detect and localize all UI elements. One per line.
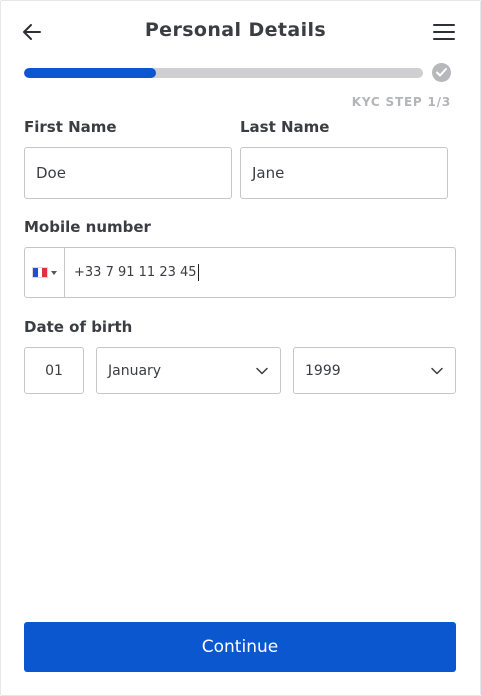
continue-button-label: Continue: [201, 637, 279, 657]
chevron-down-icon: [431, 367, 443, 374]
dob-day-value: 01: [45, 362, 63, 379]
text-cursor: [197, 264, 199, 281]
progress-bar: [24, 68, 423, 78]
page-title: Personal Details: [144, 19, 327, 41]
mobile-number-label: Mobile number: [24, 218, 151, 236]
dob-day-input[interactable]: 01: [24, 347, 84, 394]
dob-year-select[interactable]: 1999: [293, 347, 456, 394]
first-name-input[interactable]: Doe: [24, 147, 232, 199]
dob-year-value: 1999: [305, 362, 341, 379]
caret-down-icon: [51, 270, 57, 275]
kyc-step-label: KYC STEP 1/3: [351, 95, 451, 109]
last-name-value: Jane: [252, 164, 285, 182]
progress-fill: [24, 68, 156, 78]
country-code-select[interactable]: [25, 248, 65, 297]
mobile-number-field: +33 7 91 11 23 45: [24, 247, 456, 298]
dob-month-select[interactable]: January: [96, 347, 281, 394]
mobile-number-value: +33 7 91 11 23 45: [74, 265, 197, 280]
last-name-input[interactable]: Jane: [240, 147, 448, 199]
step-complete-badge: [432, 63, 451, 82]
hamburger-menu-icon: [433, 24, 455, 40]
france-flag-icon: [32, 267, 48, 278]
header: Personal Details: [0, 0, 481, 64]
last-name-label: Last Name: [240, 118, 330, 136]
mobile-number-input[interactable]: +33 7 91 11 23 45: [65, 248, 455, 297]
chevron-down-icon: [256, 367, 268, 374]
first-name-value: Doe: [36, 164, 66, 182]
menu-button[interactable]: [432, 20, 456, 44]
continue-button[interactable]: Continue: [24, 622, 456, 672]
dob-month-value: January: [108, 362, 162, 379]
first-name-label: First Name: [24, 118, 117, 136]
checkmark-icon: [436, 68, 447, 77]
date-of-birth-label: Date of birth: [24, 318, 133, 336]
